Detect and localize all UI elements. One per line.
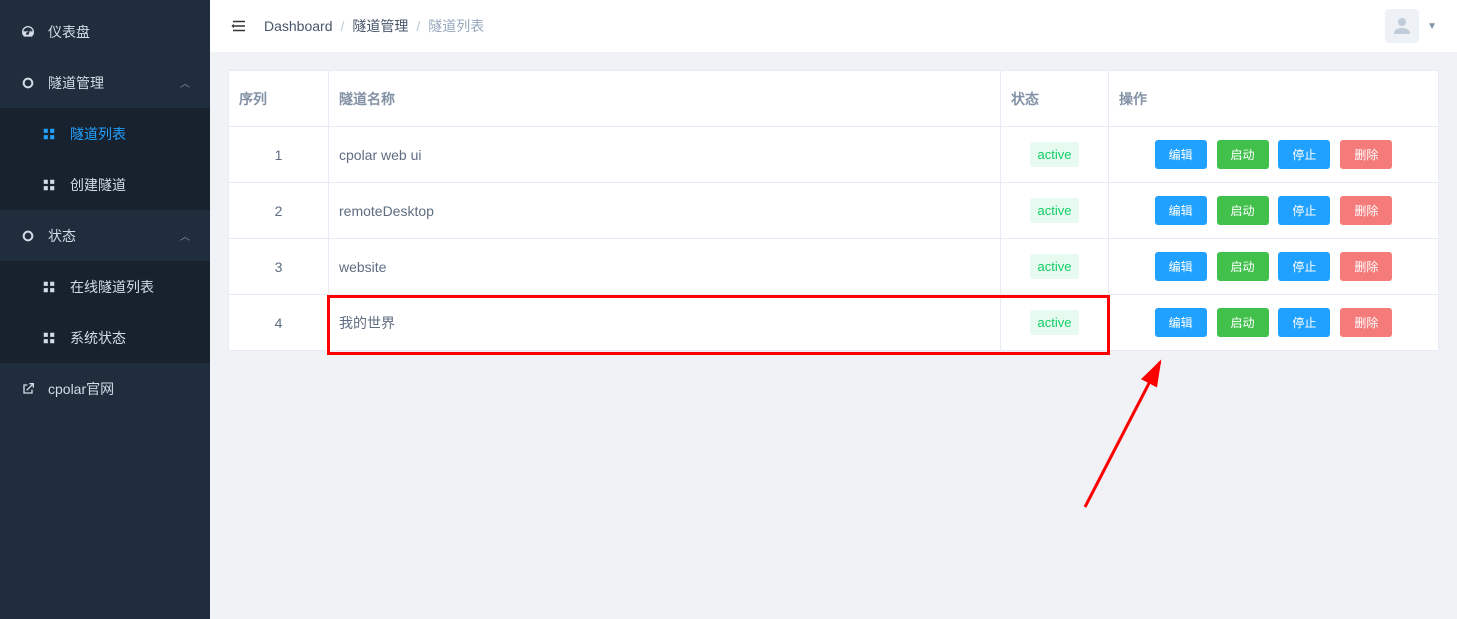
- cell-name: cpolar web ui: [329, 127, 1001, 183]
- sidebar-item-label: 隧道列表: [70, 124, 210, 144]
- cell-index: 2: [229, 183, 329, 239]
- delete-button[interactable]: 删除: [1340, 252, 1392, 281]
- breadcrumb-item[interactable]: 隧道管理: [352, 16, 408, 36]
- sidebar-item-label: cpolar官网: [48, 379, 190, 399]
- sidebar-item-label: 在线隧道列表: [70, 277, 210, 297]
- table-row: 4 我的世界 active 编辑 启动 停止 删除: [229, 295, 1439, 351]
- stop-button[interactable]: 停止: [1278, 308, 1330, 337]
- table-row: 1 cpolar web ui active 编辑 启动 停止 删除: [229, 127, 1439, 183]
- chevron-up-icon: ︿: [180, 75, 190, 90]
- table-header-row: 序列 隧道名称 状态 操作: [229, 71, 1439, 127]
- th-ops: 操作: [1109, 71, 1439, 127]
- topbar: Dashboard / 隧道管理 / 隧道列表 ▼: [210, 0, 1457, 52]
- grid-icon: [42, 127, 56, 141]
- sidebar-item-label: 创建隧道: [70, 175, 210, 195]
- breadcrumb-item[interactable]: Dashboard: [264, 18, 333, 34]
- delete-button[interactable]: 删除: [1340, 140, 1392, 169]
- gauge-icon: [20, 24, 36, 40]
- main: Dashboard / 隧道管理 / 隧道列表 ▼ 序列 隧道名称 状: [210, 0, 1457, 619]
- delete-button[interactable]: 删除: [1340, 196, 1392, 225]
- cell-name: website: [329, 239, 1001, 295]
- table-row: 2 remoteDesktop active 编辑 启动 停止 删除: [229, 183, 1439, 239]
- cell-name: remoteDesktop: [329, 183, 1001, 239]
- circle-icon: [20, 228, 36, 244]
- cell-name: 我的世界: [329, 295, 1001, 351]
- annotation-arrow: [1065, 352, 1175, 512]
- th-index: 序列: [229, 71, 329, 127]
- cell-ops: 编辑 启动 停止 删除: [1109, 295, 1439, 351]
- sidebar-item-tunnel-list[interactable]: 隧道列表: [0, 108, 210, 159]
- status-badge: active: [1030, 254, 1080, 279]
- sidebar-item-dashboard[interactable]: 仪表盘: [0, 6, 210, 57]
- tunnel-table: 序列 隧道名称 状态 操作 1 cpolar web ui active 编辑 …: [228, 70, 1439, 351]
- caret-down-icon: ▼: [1427, 21, 1437, 32]
- menu-toggle-icon[interactable]: [230, 17, 248, 35]
- delete-button[interactable]: 删除: [1340, 308, 1392, 337]
- breadcrumb-sep: /: [416, 18, 420, 34]
- breadcrumb: Dashboard / 隧道管理 / 隧道列表: [264, 16, 484, 36]
- user-menu[interactable]: ▼: [1385, 9, 1437, 43]
- sidebar-item-official-site[interactable]: cpolar官网: [0, 363, 210, 414]
- edit-button[interactable]: 编辑: [1155, 196, 1207, 225]
- status-badge: active: [1030, 310, 1080, 335]
- start-button[interactable]: 启动: [1217, 252, 1269, 281]
- avatar-icon: [1385, 9, 1419, 43]
- edit-button[interactable]: 编辑: [1155, 308, 1207, 337]
- stop-button[interactable]: 停止: [1278, 252, 1330, 281]
- edit-button[interactable]: 编辑: [1155, 140, 1207, 169]
- sidebar-item-label: 状态: [48, 226, 180, 246]
- cell-status: active: [1001, 183, 1109, 239]
- cell-ops: 编辑 启动 停止 删除: [1109, 127, 1439, 183]
- content: 序列 隧道名称 状态 操作 1 cpolar web ui active 编辑 …: [210, 52, 1457, 619]
- sidebar-item-status[interactable]: 状态 ︿: [0, 210, 210, 261]
- grid-icon: [42, 331, 56, 345]
- grid-icon: [42, 280, 56, 294]
- cell-ops: 编辑 启动 停止 删除: [1109, 239, 1439, 295]
- breadcrumb-current: 隧道列表: [428, 16, 484, 36]
- grid-icon: [42, 178, 56, 192]
- start-button[interactable]: 启动: [1217, 140, 1269, 169]
- edit-button[interactable]: 编辑: [1155, 252, 1207, 281]
- sidebar-item-system-status[interactable]: 系统状态: [0, 312, 210, 363]
- cell-ops: 编辑 启动 停止 删除: [1109, 183, 1439, 239]
- sidebar-item-label: 仪表盘: [48, 22, 190, 42]
- external-link-icon: [20, 381, 36, 397]
- table-row: 3 website active 编辑 启动 停止 删除: [229, 239, 1439, 295]
- th-name: 隧道名称: [329, 71, 1001, 127]
- chevron-up-icon: ︿: [180, 228, 190, 243]
- breadcrumb-sep: /: [341, 18, 345, 34]
- sidebar-item-label: 系统状态: [70, 328, 210, 348]
- sidebar-item-tunnel-mgmt[interactable]: 隧道管理 ︿: [0, 57, 210, 108]
- status-badge: active: [1030, 142, 1080, 167]
- sidebar: 仪表盘 隧道管理 ︿ 隧道列表 创建隧道 状态 ︿: [0, 0, 210, 619]
- start-button[interactable]: 启动: [1217, 196, 1269, 225]
- start-button[interactable]: 启动: [1217, 308, 1269, 337]
- cell-status: active: [1001, 239, 1109, 295]
- status-badge: active: [1030, 198, 1080, 223]
- th-status: 状态: [1001, 71, 1109, 127]
- stop-button[interactable]: 停止: [1278, 196, 1330, 225]
- sidebar-item-online-tunnels[interactable]: 在线隧道列表: [0, 261, 210, 312]
- cell-index: 3: [229, 239, 329, 295]
- sidebar-item-label: 隧道管理: [48, 73, 180, 93]
- cell-index: 1: [229, 127, 329, 183]
- stop-button[interactable]: 停止: [1278, 140, 1330, 169]
- cell-status: active: [1001, 127, 1109, 183]
- circle-icon: [20, 75, 36, 91]
- sidebar-item-tunnel-create[interactable]: 创建隧道: [0, 159, 210, 210]
- cell-index: 4: [229, 295, 329, 351]
- cell-status: active: [1001, 295, 1109, 351]
